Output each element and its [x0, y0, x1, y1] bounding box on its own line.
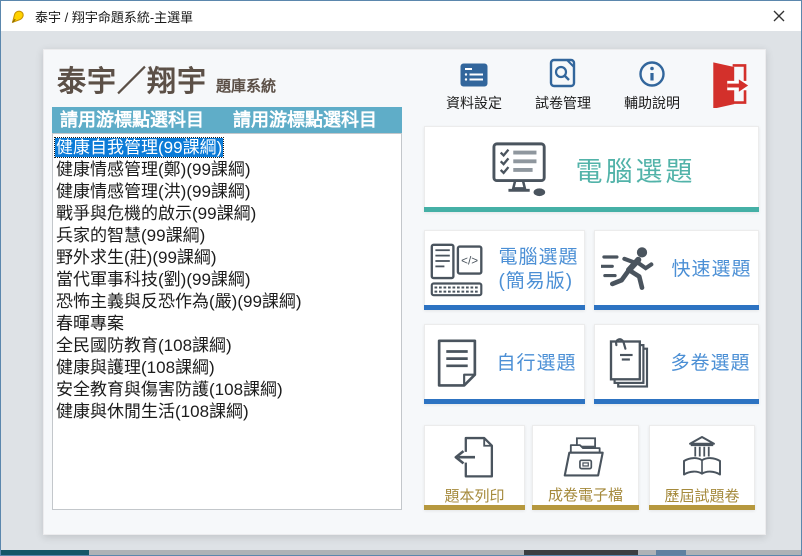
- card-accent-bar: [424, 207, 759, 212]
- subject-list-header-left: 請用游標點選科目: [60, 107, 204, 133]
- toolbar-label: 輔助說明: [610, 93, 694, 113]
- computer-checklist-icon: [488, 140, 554, 198]
- toolbar-label: 試卷管理: [521, 93, 605, 113]
- export-document-icon: [452, 435, 498, 481]
- exit-button[interactable]: [704, 60, 752, 108]
- card-label: 電腦選題: [576, 150, 696, 189]
- toolbar-label: 資料設定: [432, 93, 516, 113]
- title-bar: 泰宇 / 翔宇命題系統-主選單: [1, 1, 801, 31]
- data-settings-icon: [459, 62, 489, 88]
- close-icon: [773, 10, 785, 22]
- card-label: 多卷選題: [670, 352, 750, 376]
- subject-list-item[interactable]: 健康自我管理(99課綱): [55, 137, 401, 159]
- card-label: 自行選題: [496, 352, 576, 376]
- subject-list-item[interactable]: 當代軍事科技(劉)(99課綱): [55, 269, 401, 291]
- app-window: 泰宇 / 翔宇命題系統-主選單 泰宇／翔宇題庫系統 請用游標點選科目 請用游標點…: [0, 0, 802, 556]
- subject-list-item[interactable]: 健康與護理(108課綱): [55, 357, 401, 379]
- subject-list-header: 請用游標點選科目 請用游標點選科目: [52, 107, 402, 133]
- close-button[interactable]: [763, 5, 795, 27]
- subject-list-item[interactable]: 野外求生(莊)(99課綱): [55, 247, 401, 269]
- svg-text:</>: </>: [462, 255, 479, 268]
- card-accent-bar: [649, 505, 755, 510]
- subject-list-item[interactable]: 春暉專案: [55, 313, 401, 335]
- card-accent-bar: [594, 305, 759, 310]
- card-self-select[interactable]: 自行選題: [424, 324, 585, 404]
- main-panel: 泰宇／翔宇題庫系統 請用游標點選科目 請用游標點選科目 健康自我管理(99課綱)…: [43, 49, 766, 535]
- computer-code-icon: </>: [430, 242, 484, 298]
- toolbar-help[interactable]: 輔助說明: [610, 60, 694, 113]
- card-multi-select[interactable]: 多卷選題: [594, 324, 759, 404]
- card-label: 成卷電子檔: [548, 484, 623, 505]
- card-label: 快速選題: [671, 258, 751, 282]
- card-computer-select-easy[interactable]: </> 電腦選題(簡易版): [424, 230, 585, 310]
- card-accent-bar: [594, 399, 759, 404]
- card-label: 電腦選題(簡易版): [498, 246, 578, 294]
- card-accent-bar: [424, 399, 585, 404]
- card-label: 歷屆試題卷: [664, 485, 739, 506]
- logo-main-text: 泰宇／翔宇: [57, 66, 207, 98]
- subject-list-item[interactable]: 健康情感管理(鄭)(99課綱): [55, 159, 401, 181]
- toolbar-data-settings[interactable]: 資料設定: [432, 60, 516, 113]
- app-logo: 泰宇／翔宇題庫系統: [57, 58, 276, 100]
- logo-sub-text: 題庫系統: [216, 78, 276, 95]
- subject-list-item[interactable]: 健康與休閒生活(108課綱): [55, 401, 401, 423]
- open-folder-icon: [561, 436, 611, 480]
- card-computer-select[interactable]: 電腦選題: [424, 126, 759, 212]
- subject-list-item[interactable]: 安全教育與傷害防護(108課綱): [55, 379, 401, 401]
- exit-door-icon: [704, 60, 752, 108]
- subject-listbox[interactable]: 健康自我管理(99課綱)健康情感管理(鄭)(99課綱)健康情感管理(洪)(99課…: [52, 133, 402, 510]
- taskbar-sliver: [1, 550, 801, 555]
- card-accent-bar: [424, 305, 585, 310]
- subject-list-item[interactable]: 健康情感管理(洪)(99課綱): [55, 181, 401, 203]
- runner-icon: [601, 244, 657, 296]
- window-title: 泰宇 / 翔宇命題系統-主選單: [35, 7, 193, 26]
- subject-list-item[interactable]: 全民國防教育(108課綱): [55, 335, 401, 357]
- card-print-booklet[interactable]: 題本列印: [424, 425, 525, 510]
- help-icon: [638, 60, 666, 88]
- exam-manage-icon: [549, 58, 577, 88]
- subject-list-item[interactable]: 兵家的智慧(99課綱): [55, 225, 401, 247]
- card-quick-select[interactable]: 快速選題: [594, 230, 759, 310]
- stacked-papers-icon: [602, 336, 656, 392]
- subject-list-item[interactable]: 恐怖主義與反恐作為(嚴)(99課綱): [55, 291, 401, 313]
- card-accent-bar: [424, 505, 525, 510]
- card-label: 題本列印: [444, 485, 504, 506]
- card-exam-efile[interactable]: 成卷電子檔: [532, 425, 639, 510]
- toolbar-exam-manage[interactable]: 試卷管理: [521, 60, 605, 113]
- bank-book-icon: [678, 435, 726, 481]
- document-lines-icon: [432, 337, 482, 391]
- card-past-exams[interactable]: 歷屆試題卷: [649, 425, 755, 510]
- subject-list-item[interactable]: 戰爭與危機的啟示(99課綱): [55, 203, 401, 225]
- subject-list-header-right: 請用游標點選科目: [233, 107, 377, 133]
- app-pencil-icon: [9, 7, 27, 25]
- card-accent-bar: [532, 505, 639, 510]
